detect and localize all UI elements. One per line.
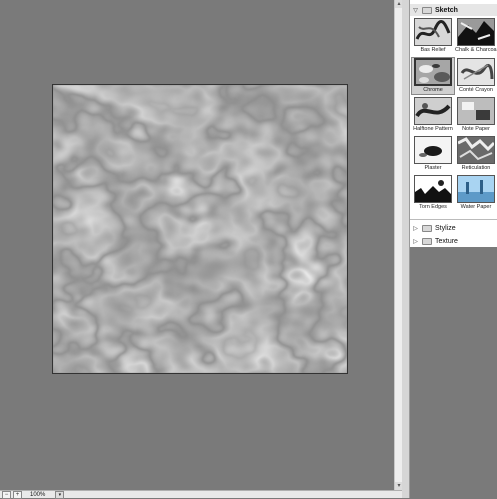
chrome-thumbnail: [414, 58, 452, 86]
group-sketch-header[interactable]: ▽ Sketch: [410, 4, 497, 16]
water-paper-label: Water Paper: [460, 204, 492, 210]
note-paper-label: Note Paper: [462, 126, 490, 132]
filter-gallery-panel: ▽ Sketch Bas Relief Chalk & Charcoal Chr…: [410, 0, 497, 498]
chalk-charcoal-label: Chalk & Charcoal: [455, 47, 497, 53]
group-stylize-label: Stylize: [435, 224, 456, 232]
panel-divider[interactable]: [402, 0, 410, 498]
plaster-thumbnail: [414, 136, 452, 164]
filter-bas-relief[interactable]: Bas Relief: [412, 18, 454, 54]
filter-torn-edges[interactable]: Torn Edges: [412, 175, 454, 211]
water-paper-preview-icon: [458, 176, 494, 202]
expanded-triangle-icon: ▽: [413, 7, 418, 14]
filter-water-paper[interactable]: Water Paper: [455, 175, 497, 211]
panel-empty-area: [410, 247, 497, 498]
note-paper-thumbnail: [457, 97, 495, 125]
plaster-preview-icon: [415, 137, 451, 163]
halftone-pattern-label: Halftone Pattern: [413, 126, 453, 132]
chrome-preview-icon: [416, 60, 450, 84]
conte-crayon-label: Conté Crayon: [459, 87, 493, 93]
collapsed-triangle-icon: ▷: [413, 238, 418, 245]
halftone-pattern-preview-icon: [415, 98, 451, 124]
filter-reticulation[interactable]: Reticulation: [455, 136, 497, 172]
torn-edges-thumbnail: [414, 175, 452, 203]
group-texture-label: Texture: [435, 237, 458, 245]
group-sketch-label: Sketch: [435, 6, 458, 14]
note-paper-preview-icon: [458, 98, 494, 124]
chalk-charcoal-thumbnail: [457, 18, 495, 46]
torn-edges-preview-icon: [415, 176, 451, 202]
zoom-in-button[interactable]: +: [13, 490, 22, 499]
filter-halftone-pattern[interactable]: Halftone Pattern: [412, 97, 454, 133]
plaster-label: Plaster: [424, 165, 442, 171]
group-texture-header[interactable]: ▷ Texture: [410, 235, 497, 247]
conte-crayon-thumbnail: [457, 58, 495, 86]
zoom-dropdown-button[interactable]: ▾: [55, 490, 65, 499]
torn-edges-label: Torn Edges: [419, 204, 447, 210]
chalk-charcoal-preview-icon: [458, 19, 494, 45]
filter-chrome[interactable]: Chrome: [411, 57, 455, 95]
bas-relief-label: Bas Relief: [420, 47, 446, 53]
zoom-level: 100%: [30, 491, 46, 498]
status-bar: − + 100% ▾: [0, 490, 402, 499]
conte-crayon-preview-icon: [458, 59, 494, 85]
folder-icon: [422, 237, 432, 245]
chrome-label: Chrome: [423, 87, 443, 93]
filter-plaster[interactable]: Plaster: [412, 136, 454, 172]
filter-preview-image[interactable]: [52, 84, 348, 374]
filter-note-paper[interactable]: Note Paper: [455, 97, 497, 133]
chrome-effect-preview: [53, 85, 347, 373]
water-paper-thumbnail: [457, 175, 495, 203]
bas-relief-thumbnail: [414, 18, 452, 46]
reticulation-preview-icon: [458, 137, 494, 163]
filter-chalk-charcoal[interactable]: Chalk & Charcoal: [455, 18, 497, 54]
group-separator: [410, 219, 497, 220]
collapsed-triangle-icon: ▷: [413, 225, 418, 232]
bas-relief-preview-icon: [415, 19, 451, 45]
folder-icon: [422, 224, 432, 232]
filter-conte-crayon[interactable]: Conté Crayon: [455, 58, 497, 94]
folder-icon: [422, 6, 432, 14]
reticulation-thumbnail: [457, 136, 495, 164]
preview-workspace: [0, 0, 394, 490]
halftone-pattern-thumbnail: [414, 97, 452, 125]
group-stylize-header[interactable]: ▷ Stylize: [410, 222, 497, 234]
zoom-out-button[interactable]: −: [2, 490, 11, 499]
reticulation-label: Reticulation: [461, 165, 491, 171]
